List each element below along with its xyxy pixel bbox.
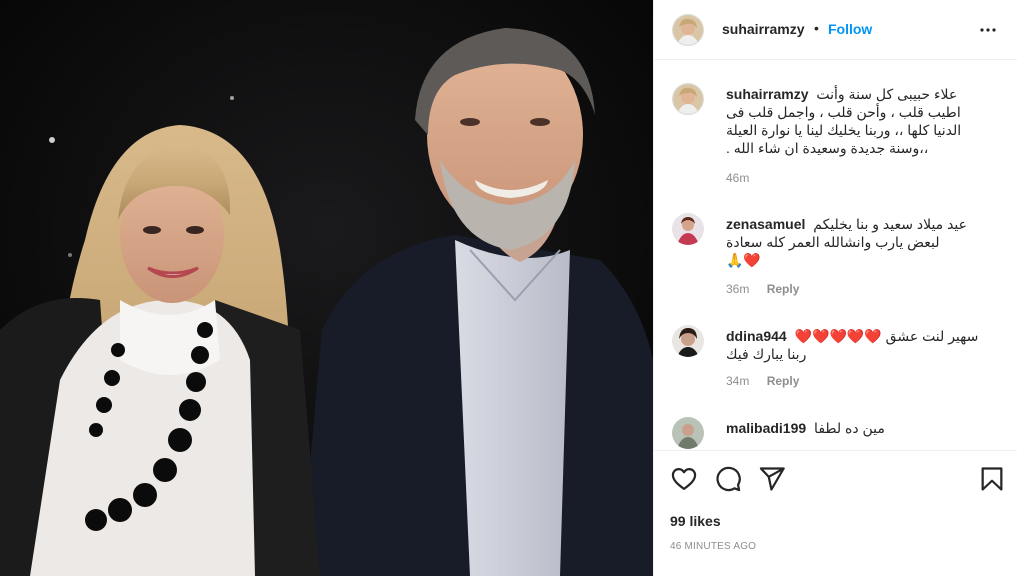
share-icon [759,467,785,491]
caption-text: suhairramzy علاء حبيبى كل سنة وأنت اطيب … [726,85,1004,157]
follow-button[interactable]: Follow [828,21,872,37]
comment-icon [716,466,741,492]
comment-username[interactable]: malibadi199 [726,420,806,436]
comment-meta: 36m Reply [726,282,799,296]
comments-list[interactable]: suhairramzy علاء حبيبى كل سنة وأنت اطيب … [654,61,1017,450]
comment-username[interactable]: ddina944 [726,328,787,344]
caption-line-3: الدنيا كلها ،، وربنا يخليك لينا يا نوارة… [726,122,962,138]
caption-username[interactable]: suhairramzy [726,86,808,102]
caption-avatar[interactable] [672,83,704,115]
comment-avatar-image [672,213,704,245]
comment-avatar-image [672,417,704,449]
comment-line-1: سهير لنت عشق [885,328,979,344]
reply-button[interactable]: Reply [767,374,800,388]
comment-text: ddina944 ❤️❤️❤️❤️❤️ سهير لنت عشق ربنا يب… [726,327,1004,363]
comment-avatar-image [672,325,704,357]
more-options-button[interactable] [976,18,1000,42]
comment-meta: 34m Reply [726,374,799,388]
share-button[interactable] [758,465,786,493]
post-photo[interactable] [0,0,653,576]
more-horizontal-icon [980,28,996,32]
bookmark-icon [981,467,1003,491]
caption-avatar-image [673,84,703,114]
comment-text: zenasamuel عيد ميلاد سعيد و بنا يخليكم ل… [726,215,1004,269]
comment-avatar[interactable] [672,213,704,245]
post-actions [654,451,1017,511]
comment-line-1: مين ده لطفا [814,420,885,436]
likes-count[interactable]: 99 likes [670,513,721,529]
comment-line-2: ربنا يبارك فيك [726,346,807,362]
caption-line-4: ،،وسنة جديدة وسعيدة ان شاء الله . [726,140,929,156]
comment-line-1: عيد ميلاد سعيد و بنا يخليكم [813,216,967,232]
comment-age: 36m [726,282,750,296]
post-image [0,0,653,576]
comment-text: malibadi199 مين ده لطفا [726,419,1004,437]
comment-age: 34m [726,374,750,388]
caption-line-1: علاء حبيبى كل سنة وأنت [816,86,958,102]
author-username[interactable]: suhairramzy [722,21,804,37]
comment-line-2: لبعض يارب وانشالله العمر كله سعادة [726,234,940,250]
author-avatar-image [673,15,703,45]
post-header: suhairramzy • Follow [654,0,1017,60]
save-button[interactable] [978,465,1006,493]
comment-hearts: ❤️❤️❤️❤️❤️ [794,328,882,344]
post-timestamp[interactable]: 46 MINUTES AGO [670,541,756,552]
heart-icon [671,467,697,491]
caption-age: 46m [726,171,750,185]
like-button[interactable] [670,465,698,493]
caption-meta: 46m [726,171,749,185]
author-avatar[interactable] [672,14,704,46]
caption-line-2: اطيب قلب ، وأحن قلب ، واجمل قلب فى [726,104,961,120]
comment-avatar[interactable] [672,417,704,449]
comment-avatar[interactable] [672,325,704,357]
comment-emoji-line: 🙏❤️ [726,252,761,268]
comment-button[interactable] [714,465,742,493]
post-side-panel: suhairramzy • Follow suhairramzy علاء حب… [654,0,1017,576]
header-separator: • [814,20,819,36]
comment-username[interactable]: zenasamuel [726,216,805,232]
reply-button[interactable]: Reply [767,282,800,296]
